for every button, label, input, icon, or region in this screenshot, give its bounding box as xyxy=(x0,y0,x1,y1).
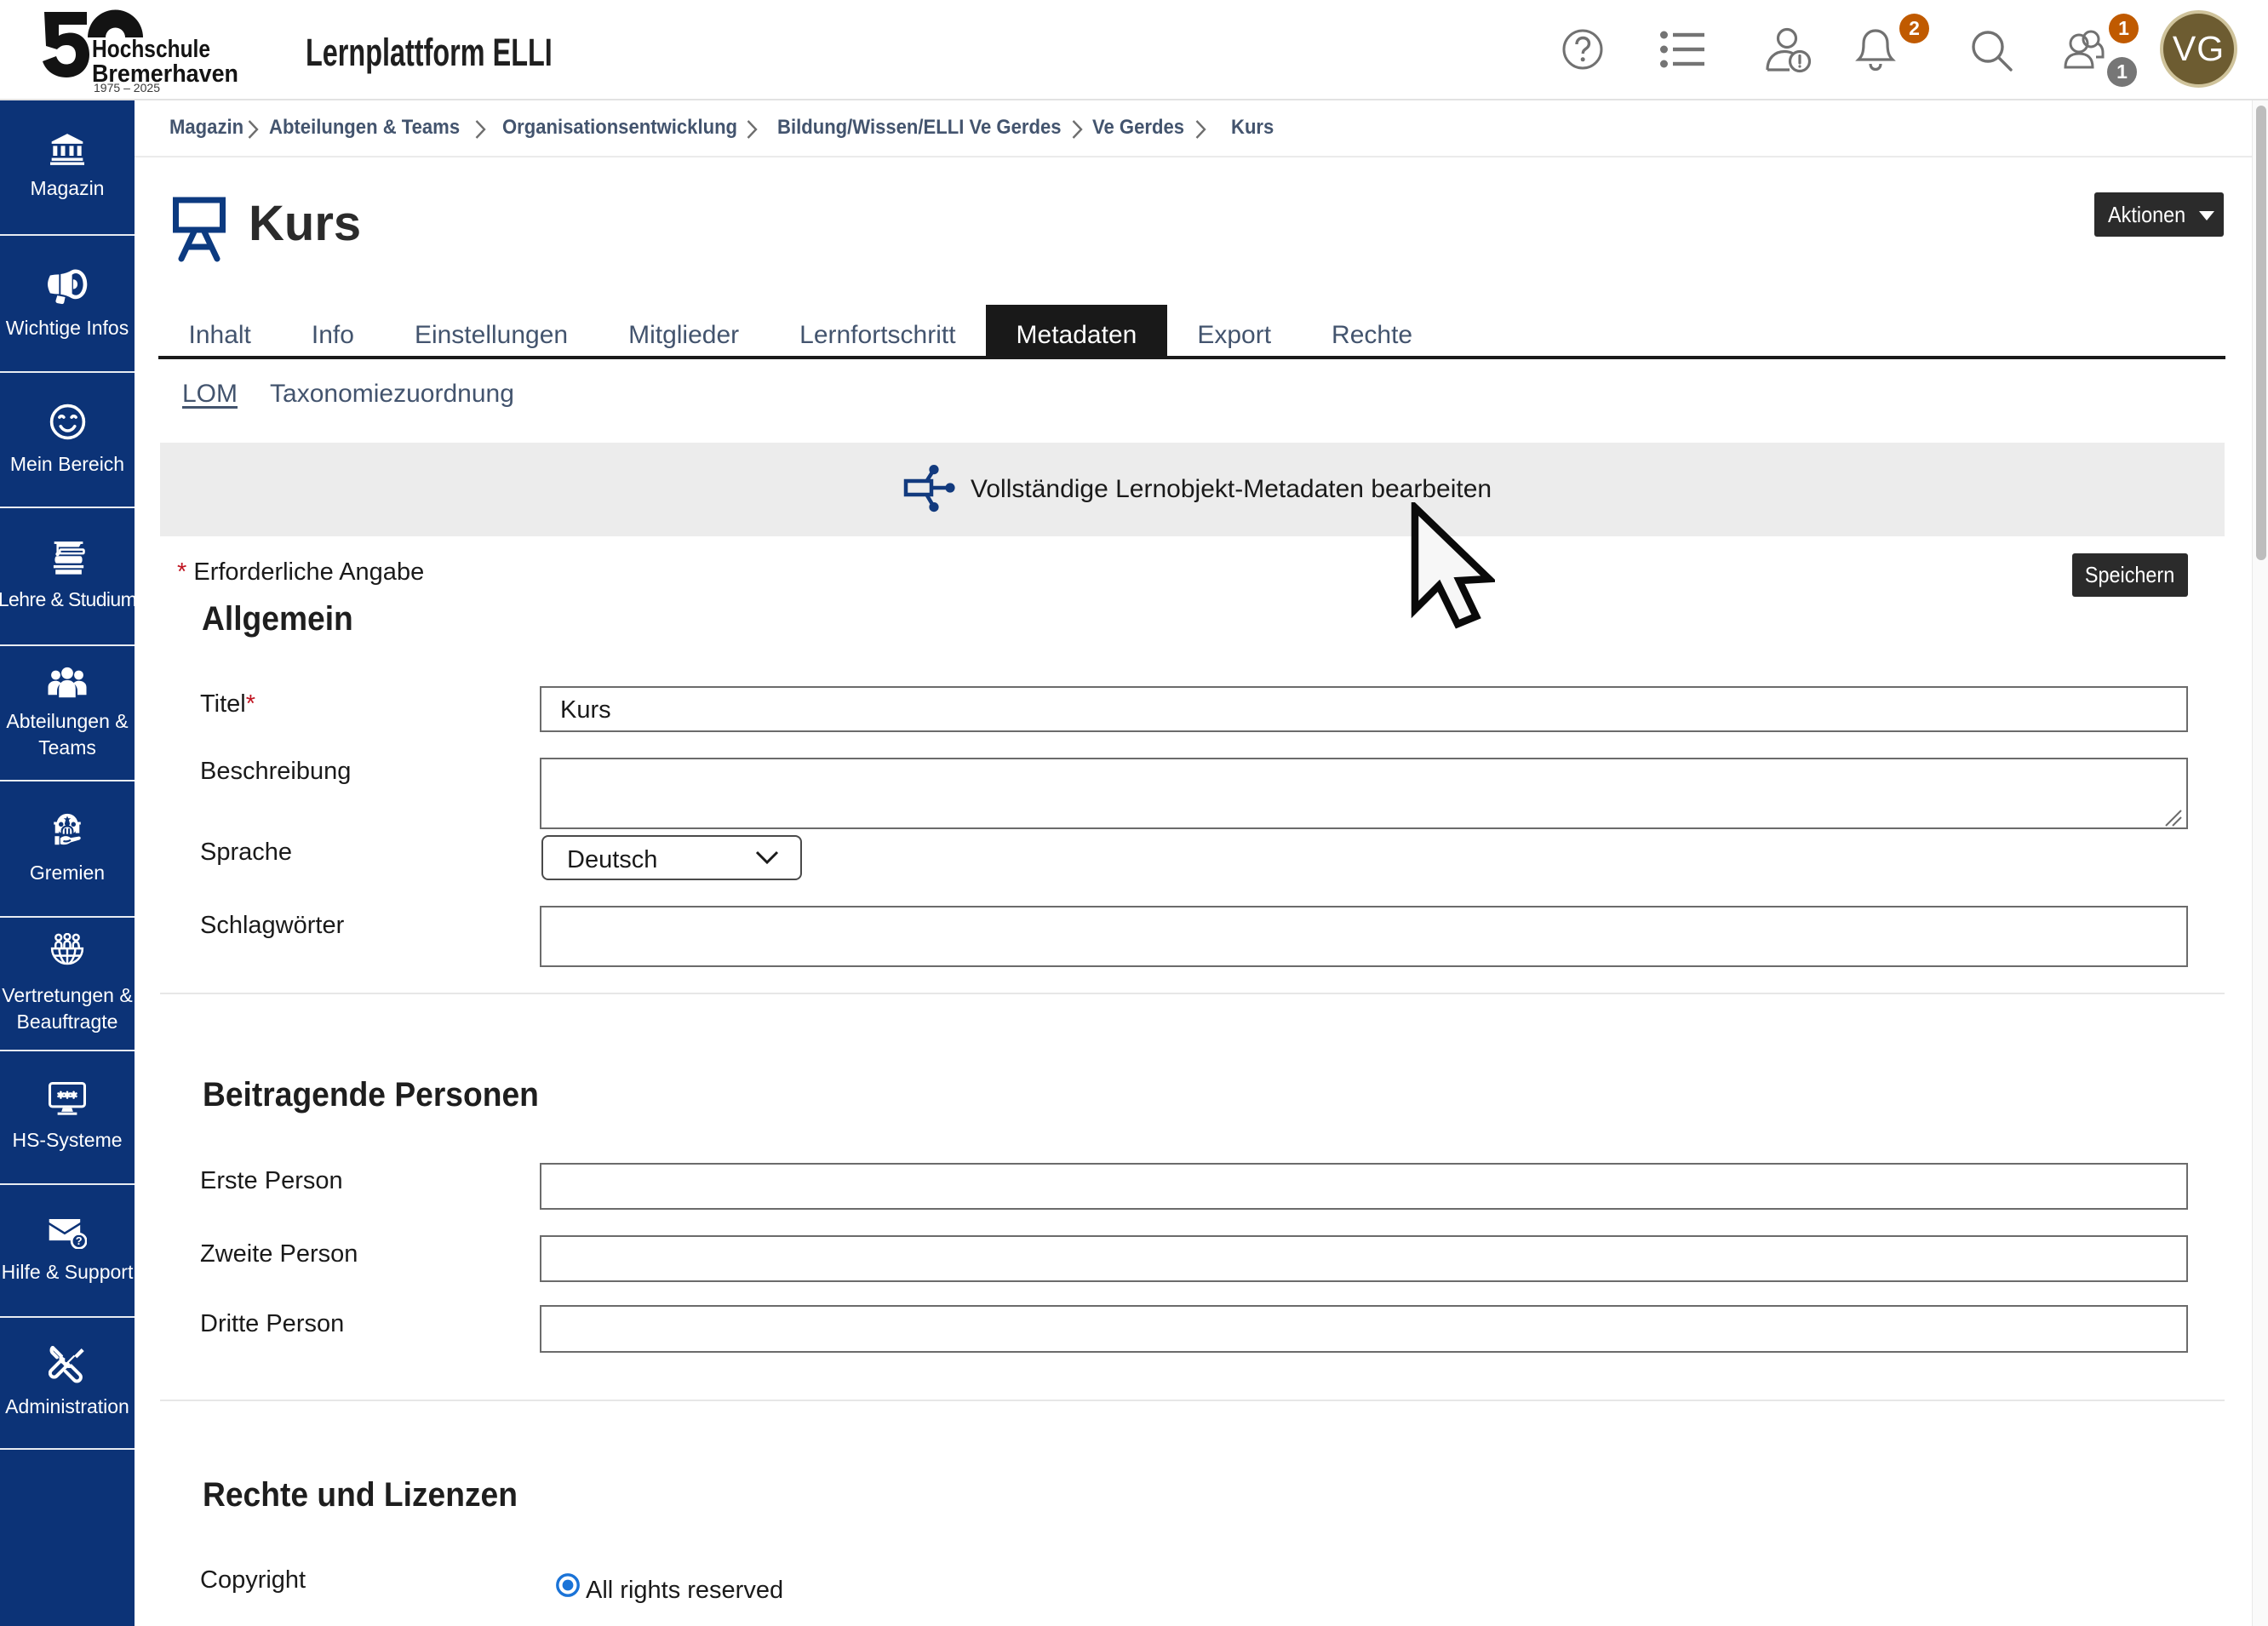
svg-text:?: ? xyxy=(76,1234,83,1247)
svg-text:Hochschule: Hochschule xyxy=(92,36,210,63)
svg-text:1975 – 2025: 1975 – 2025 xyxy=(94,81,160,94)
